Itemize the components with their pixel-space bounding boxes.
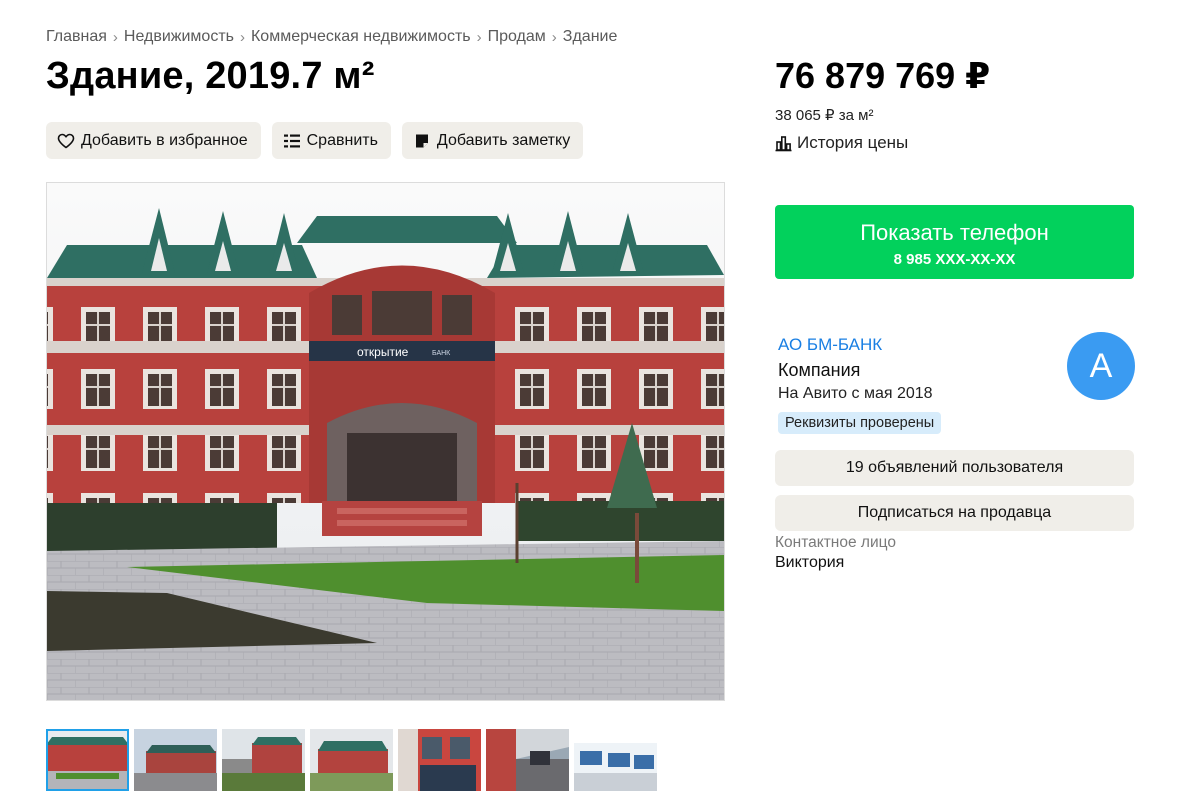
heart-icon [57,132,75,150]
price-history-link[interactable]: История цены [775,133,908,153]
seller-type: Компания [778,360,861,380]
main-photo[interactable]: открытие БАНК [46,182,725,701]
add-note-button[interactable]: Добавить заметку [401,122,584,159]
breadcrumb-sell[interactable]: Продам [488,28,546,46]
note-icon [413,132,431,150]
subscribe-seller-button[interactable]: Подписаться на продавца [775,495,1134,531]
verified-badge: Реквизиты проверены [778,412,942,434]
breadcrumb-home[interactable]: Главная [46,28,107,46]
breadcrumb-building[interactable]: Здание [563,28,618,46]
bank-sign-text: открытие [357,345,409,359]
price: 76 879 769 ₽ [775,55,991,96]
bank-sign-subtext: БАНК [432,350,451,357]
add-to-favorites-button[interactable]: Добавить в избранное [46,122,261,159]
breadcrumb-separator: › [551,28,557,46]
listing-actions: Добавить в избранное Сравнить Добавить з… [46,122,584,159]
thumbnail-4[interactable] [310,729,393,791]
phone-number-masked: 8 985 XXX-XX-XX [893,251,1016,268]
thumbnail-5[interactable] [398,729,481,791]
show-phone-button[interactable]: Показать телефон 8 985 XXX-XX-XX [775,205,1134,279]
contact-person-label: Контактное лицо [775,534,896,551]
seller-since: На Авито с мая 2018 [778,385,933,402]
compare-icon [283,132,301,150]
bar-chart-icon [775,135,792,152]
thumbnail-strip [46,729,657,791]
thumbnail-7[interactable] [574,729,657,791]
price-per-m2: 38 065 ₽ за м² [775,107,874,124]
price-history-label: История цены [797,133,909,152]
thumbnail-6[interactable] [486,729,569,791]
breadcrumb-separator: › [239,28,245,46]
seller-name-link[interactable]: АО БМ-БАНК [778,335,882,355]
compare-button[interactable]: Сравнить [271,122,391,159]
thumbnail-3[interactable] [222,729,305,791]
thumbnail-1[interactable] [46,729,129,791]
avatar[interactable]: А [1067,332,1135,400]
breadcrumb-separator: › [476,28,482,46]
favorite-label: Добавить в избранное [81,131,248,149]
breadcrumb-separator: › [112,28,118,46]
thumbnail-2[interactable] [134,729,217,791]
breadcrumb-commercial[interactable]: Коммерческая недвижимость [251,28,471,46]
note-label: Добавить заметку [436,131,571,149]
seller-ads-button[interactable]: 19 объявлений пользователя [775,450,1134,486]
contact-person-name: Виктория [775,554,845,571]
show-phone-label: Показать телефон [860,220,1049,245]
compare-label: Сравнить [306,131,378,149]
breadcrumb: Главная › Недвижимость › Коммерческая не… [46,28,617,46]
breadcrumb-real-estate[interactable]: Недвижимость [124,28,234,46]
building-photo: открытие БАНК [47,183,724,700]
page-title: Здание, 2019.7 м² [46,55,375,97]
